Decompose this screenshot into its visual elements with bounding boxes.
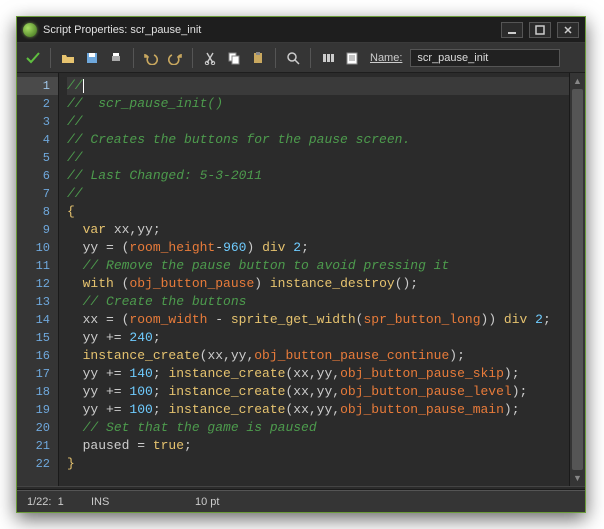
code-line[interactable]: // xyxy=(67,113,585,131)
code-line[interactable]: yy += 100; instance_create(xx,yy,obj_but… xyxy=(67,383,585,401)
line-number: 1 xyxy=(17,77,58,95)
print-button[interactable] xyxy=(106,48,126,68)
line-number: 18 xyxy=(17,383,58,401)
code-editor[interactable]: 12345678910111213141516171819202122 ////… xyxy=(17,73,585,486)
line-number: 14 xyxy=(17,311,58,329)
line-number: 11 xyxy=(17,257,58,275)
code-line[interactable]: { xyxy=(67,203,585,221)
code-line[interactable]: // Set that the game is paused xyxy=(67,419,585,437)
toolbar-separator xyxy=(50,48,51,68)
line-number: 16 xyxy=(17,347,58,365)
line-number: 6 xyxy=(17,167,58,185)
line-number: 5 xyxy=(17,149,58,167)
resource-button[interactable] xyxy=(342,48,362,68)
script-properties-window: Script Properties: scr_pause_init Name: … xyxy=(16,16,586,513)
code-line[interactable]: yy += 140; instance_create(xx,yy,obj_but… xyxy=(67,365,585,383)
line-number: 21 xyxy=(17,437,58,455)
code-line[interactable]: yy += 240; xyxy=(67,329,585,347)
code-line[interactable]: yy += 100; instance_create(xx,yy,obj_but… xyxy=(67,401,585,419)
titlebar[interactable]: Script Properties: scr_pause_init xyxy=(17,17,585,43)
minimize-button[interactable] xyxy=(501,22,523,38)
save-button[interactable] xyxy=(82,48,102,68)
status-bar: 1/22: 1 INS 10 pt xyxy=(17,490,585,512)
code-line[interactable]: var xx,yy; xyxy=(67,221,585,239)
name-label: Name: xyxy=(370,52,402,64)
line-number: 20 xyxy=(17,419,58,437)
scrollbar-thumb[interactable] xyxy=(572,89,583,470)
undo-button[interactable] xyxy=(141,48,161,68)
code-line[interactable]: // Last Changed: 5-3-2011 xyxy=(67,167,585,185)
window-title: Script Properties: scr_pause_init xyxy=(43,24,495,36)
code-line[interactable]: instance_create(xx,yy,obj_button_pause_c… xyxy=(67,347,585,365)
maximize-button[interactable] xyxy=(529,22,551,38)
app-icon xyxy=(23,23,37,37)
status-insert-mode: INS xyxy=(91,496,131,508)
line-number: 22 xyxy=(17,455,58,473)
code-line[interactable]: } xyxy=(67,455,585,473)
toolbar-separator xyxy=(192,48,193,68)
script-name-input[interactable] xyxy=(410,49,560,67)
line-number: 17 xyxy=(17,365,58,383)
code-line[interactable]: with (obj_button_pause) instance_destroy… xyxy=(67,275,585,293)
toolbar-separator xyxy=(275,48,276,68)
redo-button[interactable] xyxy=(165,48,185,68)
line-number: 2 xyxy=(17,95,58,113)
line-number: 12 xyxy=(17,275,58,293)
code-area[interactable]: //// scr_pause_init()//// Creates the bu… xyxy=(59,73,585,486)
toolbar-separator xyxy=(310,48,311,68)
line-number: 13 xyxy=(17,293,58,311)
cut-button[interactable] xyxy=(200,48,220,68)
scrollbar-track[interactable] xyxy=(570,89,585,470)
copy-button[interactable] xyxy=(224,48,244,68)
code-line[interactable]: // Creates the buttons for the pause scr… xyxy=(67,131,585,149)
code-line[interactable]: // xyxy=(67,185,585,203)
line-number-gutter: 12345678910111213141516171819202122 xyxy=(17,73,59,486)
paste-button[interactable] xyxy=(248,48,268,68)
code-line[interactable]: // xyxy=(67,77,585,95)
line-number: 4 xyxy=(17,131,58,149)
open-button[interactable] xyxy=(58,48,78,68)
code-line[interactable]: yy = (room_height-960) div 2; xyxy=(67,239,585,257)
line-number: 19 xyxy=(17,401,58,419)
status-position: 1/22: 1 xyxy=(27,496,67,508)
line-number: 7 xyxy=(17,185,58,203)
status-font-size: 10 pt xyxy=(195,496,235,508)
vertical-scrollbar[interactable]: ▲ ▼ xyxy=(569,73,585,486)
code-line[interactable]: paused = true; xyxy=(67,437,585,455)
scroll-up-button[interactable]: ▲ xyxy=(570,73,585,89)
code-line[interactable]: xx = (room_width - sprite_get_width(spr_… xyxy=(67,311,585,329)
line-number: 15 xyxy=(17,329,58,347)
scroll-down-button[interactable]: ▼ xyxy=(570,470,585,486)
line-number: 3 xyxy=(17,113,58,131)
code-line[interactable]: // scr_pause_init() xyxy=(67,95,585,113)
line-number: 10 xyxy=(17,239,58,257)
check-script-button[interactable] xyxy=(318,48,338,68)
close-button[interactable] xyxy=(557,22,579,38)
code-line[interactable]: // Create the buttons xyxy=(67,293,585,311)
code-line[interactable]: // Remove the pause button to avoid pres… xyxy=(67,257,585,275)
find-button[interactable] xyxy=(283,48,303,68)
toolbar-separator xyxy=(133,48,134,68)
code-line[interactable]: // xyxy=(67,149,585,167)
line-number: 9 xyxy=(17,221,58,239)
line-number: 8 xyxy=(17,203,58,221)
toolbar: Name: xyxy=(17,43,585,73)
confirm-button[interactable] xyxy=(23,48,43,68)
